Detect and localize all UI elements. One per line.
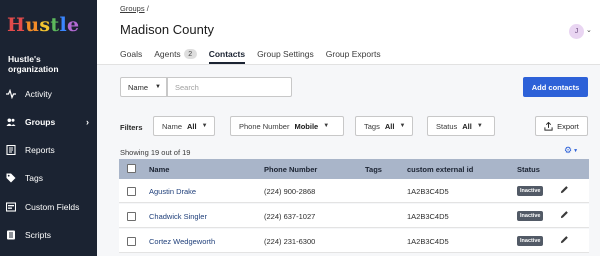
contact-external-id: 1A2B3C4D5: [407, 212, 449, 221]
table-row: Chadwick Singler (224) 637-1027 1A2B3C4D…: [119, 204, 589, 228]
column-header-name[interactable]: Name: [149, 165, 169, 174]
sidebar-item-custom-fields[interactable]: Custom Fields: [0, 197, 97, 217]
row-checkbox[interactable]: [127, 237, 136, 246]
organization-name: Hustle's organization: [8, 54, 59, 74]
tab-group-exports[interactable]: Group Exports: [326, 47, 381, 61]
sidebar-item-label: Groups: [25, 117, 56, 127]
tab-goals[interactable]: Goals: [120, 47, 142, 61]
status-badge: Inactive: [517, 236, 544, 246]
filters-label: Filters: [120, 123, 143, 132]
column-header-phone[interactable]: Phone Number: [264, 165, 317, 174]
groups-icon: [5, 116, 17, 128]
status-badge: Inactive: [517, 211, 544, 221]
sidebar-item-scripts[interactable]: Scripts: [0, 225, 97, 245]
sidebar-item-activity[interactable]: Activity: [0, 84, 97, 104]
caret-down-icon: ▼: [155, 84, 161, 90]
column-settings-button[interactable]: ⚙ ▼: [564, 145, 578, 156]
add-contacts-button[interactable]: Add contacts: [523, 77, 588, 97]
search-input[interactable]: [167, 77, 292, 97]
filter-phone-number[interactable]: Phone Number Mobile ▼: [230, 116, 344, 136]
edit-icon[interactable]: [560, 185, 569, 196]
sidebar-item-label: Activity: [25, 89, 52, 99]
contact-external-id: 1A2B3C4D5: [407, 187, 449, 196]
sidebar-item-tags[interactable]: Tags: [0, 168, 97, 188]
contact-external-id: 1A2B3C4D5: [407, 237, 449, 246]
breadcrumb-separator: /: [146, 4, 149, 13]
contact-phone: (224) 637-1027: [264, 212, 316, 221]
contact-name-link[interactable]: Agustin Drake: [149, 187, 196, 196]
column-header-external-id[interactable]: custom external id: [407, 165, 473, 174]
row-checkbox[interactable]: [127, 187, 136, 196]
breadcrumb: Groups /: [120, 4, 149, 13]
hustle-logo[interactable]: Hustle: [7, 14, 79, 36]
agents-count-badge: 2: [183, 49, 197, 59]
avatar[interactable]: J: [569, 24, 584, 39]
reports-icon: [5, 144, 17, 156]
tab-agents[interactable]: Agents 2: [154, 47, 197, 61]
contact-name-link[interactable]: Cortez Wedgeworth: [149, 237, 215, 246]
page-title: Madison County: [120, 22, 214, 37]
sidebar-item-groups[interactable]: Groups ›: [0, 112, 97, 132]
export-button[interactable]: Export: [535, 116, 588, 136]
status-badge: Inactive: [517, 186, 544, 196]
scripts-icon: [5, 229, 17, 241]
sidebar: Hustle Hustle's organization Activity Gr…: [0, 0, 97, 256]
breadcrumb-groups-link[interactable]: Groups: [120, 4, 145, 13]
tab-contacts[interactable]: Contacts: [208, 47, 246, 64]
caret-down-icon: ▼: [201, 123, 208, 129]
filter-status[interactable]: Status All ▼: [427, 116, 495, 136]
chevron-down-icon[interactable]: ⌄: [586, 26, 592, 34]
chevron-right-icon: ›: [86, 117, 89, 127]
table-header: Name Phone Number Tags custom external i…: [119, 159, 589, 179]
tab-bar: Goals Agents 2 Contacts Group Settings Gr…: [120, 47, 393, 64]
contacts-content: Name ▼ Add contacts Filters NameAll▼ Pho…: [97, 65, 600, 256]
table-row: Agustin Drake (224) 900-2868 1A2B3C4D5 I…: [119, 179, 589, 203]
custom-fields-icon: [5, 201, 17, 213]
sidebar-item-reports[interactable]: Reports: [0, 140, 97, 160]
tab-group-settings[interactable]: Group Settings: [257, 47, 314, 61]
caret-down-icon: ▼: [323, 123, 330, 129]
caret-down-icon: ▼: [399, 123, 406, 129]
gear-icon: ⚙: [564, 145, 573, 155]
main-panel: Groups / Madison County J ⌄ Goals Agents…: [97, 0, 600, 256]
tag-icon: [5, 172, 17, 184]
caret-down-icon: ▼: [476, 123, 483, 129]
contact-phone: (224) 900-2868: [264, 187, 316, 196]
caret-down-icon: ▼: [573, 147, 579, 154]
contact-phone: (224) 231-6300: [264, 237, 316, 246]
upload-icon: [544, 121, 553, 131]
edit-icon[interactable]: [560, 235, 569, 246]
contact-name-link[interactable]: Chadwick Singler: [149, 212, 207, 221]
search-field-select[interactable]: Name ▼: [120, 77, 167, 97]
sidebar-item-label: Custom Fields: [25, 202, 80, 212]
column-header-status[interactable]: Status: [517, 165, 540, 174]
results-count: Showing 19 out of 19: [120, 148, 191, 157]
filter-name[interactable]: Name All ▼: [153, 116, 215, 136]
column-header-tags[interactable]: Tags: [365, 165, 382, 174]
sidebar-item-label: Tags: [25, 173, 43, 183]
row-checkbox[interactable]: [127, 212, 136, 221]
sidebar-item-label: Scripts: [25, 230, 51, 240]
select-all-checkbox[interactable]: [127, 164, 136, 173]
activity-icon: [5, 88, 17, 100]
filter-tags[interactable]: Tags All ▼: [355, 116, 413, 136]
table-row: Cortez Wedgeworth (224) 231-6300 1A2B3C4…: [119, 229, 589, 253]
edit-icon[interactable]: [560, 210, 569, 221]
sidebar-item-label: Reports: [25, 145, 55, 155]
